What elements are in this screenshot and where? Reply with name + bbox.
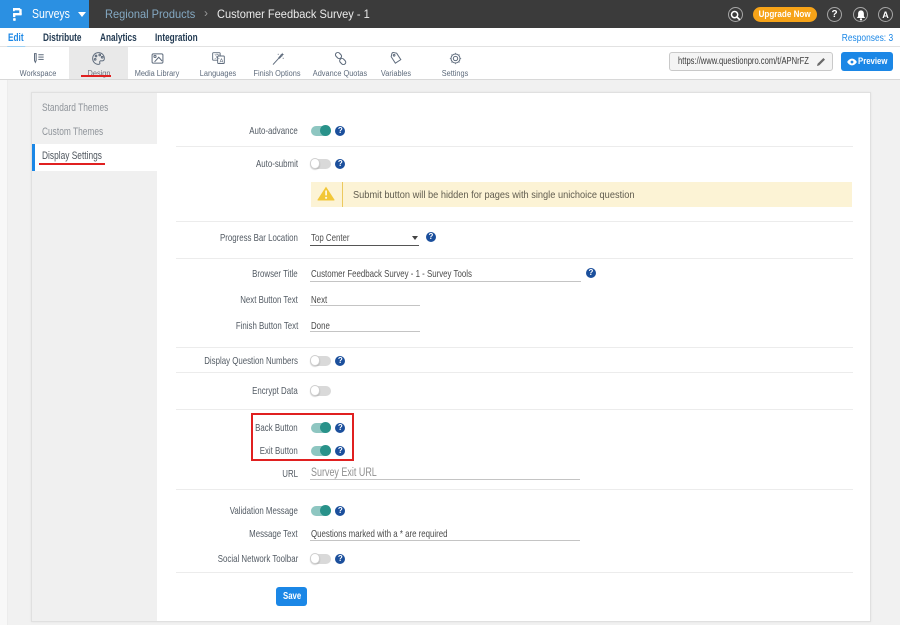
svg-text:A: A: [219, 58, 223, 64]
